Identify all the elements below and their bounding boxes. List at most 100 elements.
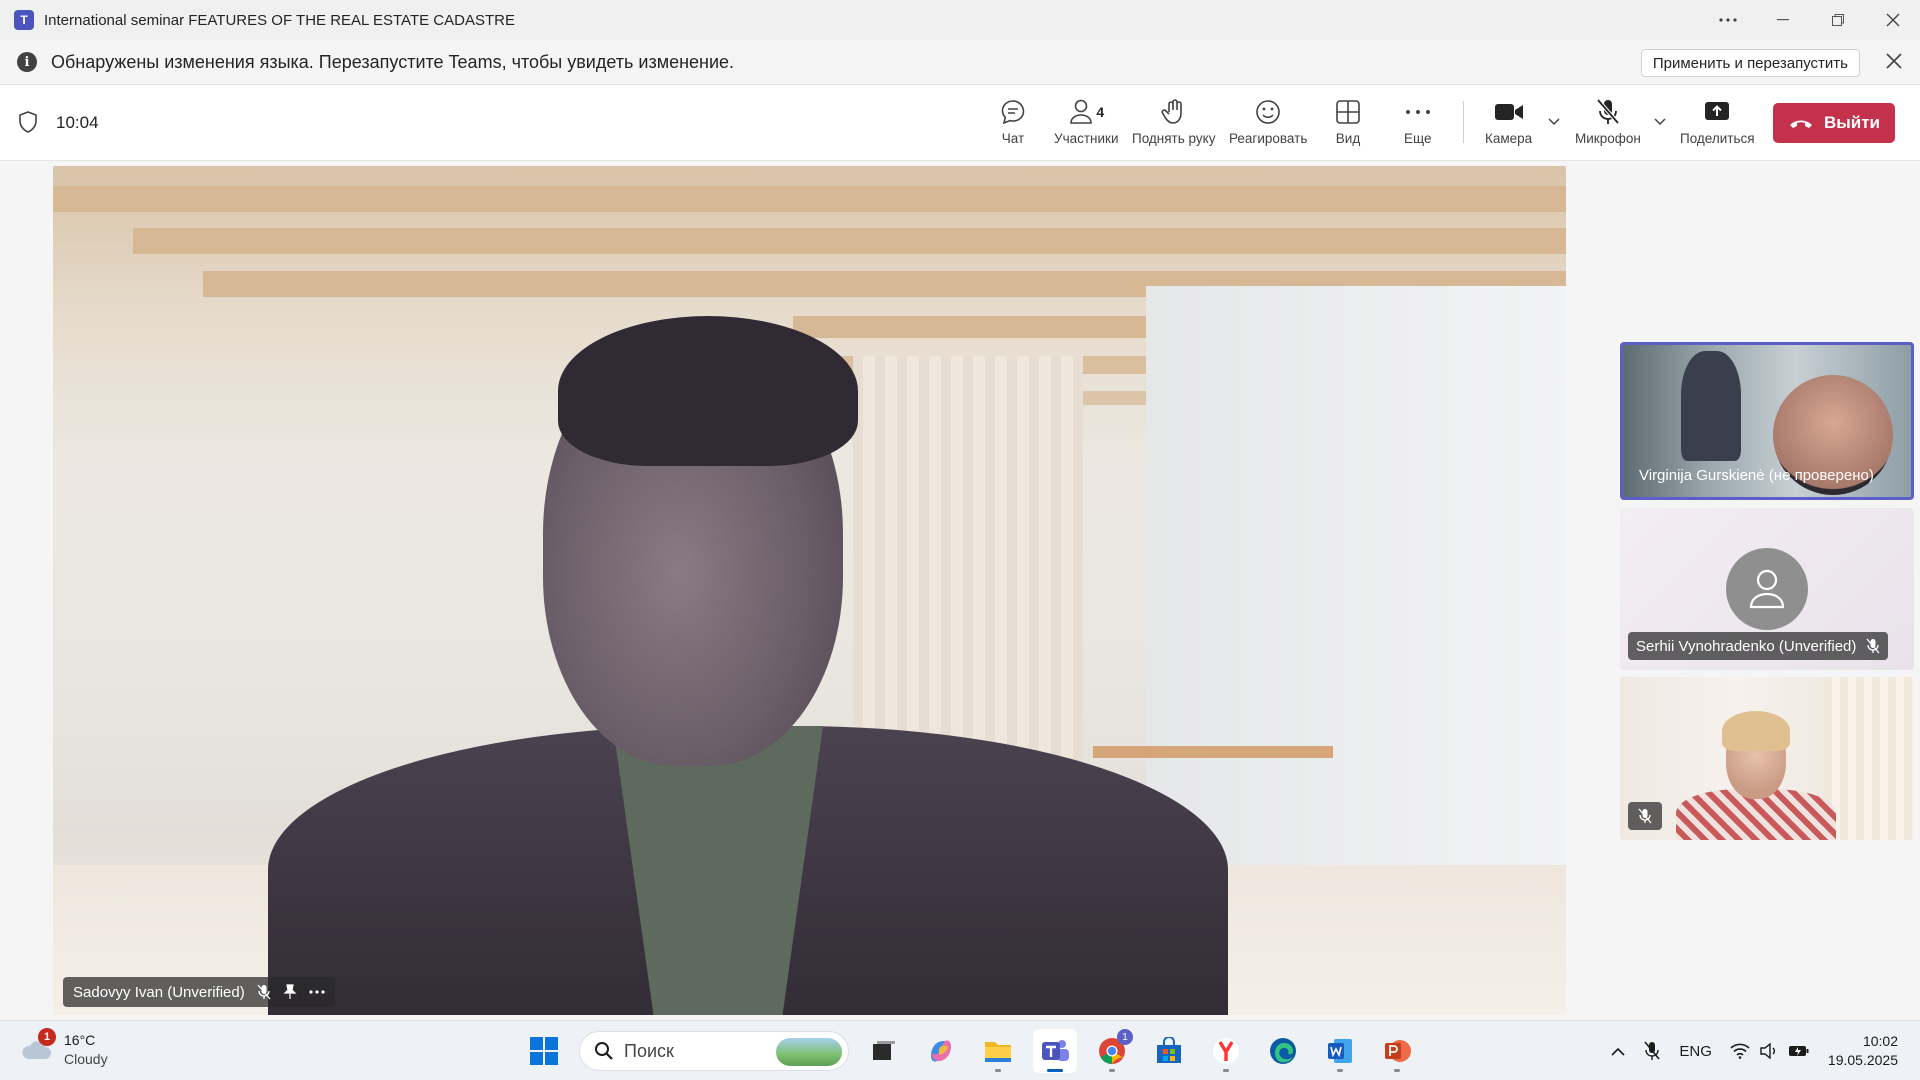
word-icon[interactable]	[1318, 1029, 1362, 1073]
share-button[interactable]: Поделиться	[1680, 97, 1755, 153]
ceiling-beam	[133, 228, 1566, 254]
react-button[interactable]: Реагировать	[1229, 97, 1307, 153]
mic-label: Микрофон	[1575, 131, 1641, 146]
task-view-icon[interactable]	[862, 1029, 906, 1073]
info-icon: i	[17, 52, 37, 72]
camera-icon	[1494, 97, 1524, 127]
windows-taskbar: 1 16°C Cloudy Поиск 1 ENG 10:02 19.05.20…	[0, 1020, 1920, 1080]
copilot-icon[interactable]	[919, 1029, 963, 1073]
participant-tile[interactable]: Virginija Gurskienė (не проверено)	[1620, 342, 1914, 500]
taskbar-clock[interactable]: 10:02 19.05.2025	[1828, 1032, 1898, 1070]
close-button[interactable]	[1865, 0, 1920, 40]
teams-app-icon[interactable]	[1033, 1029, 1077, 1073]
language-change-banner: i Обнаружены изменения языка. Перезапуст…	[0, 40, 1920, 85]
network-sound-battery[interactable]	[1730, 1043, 1810, 1059]
leave-label: Выйти	[1823, 113, 1881, 132]
camera-options-chevron-icon[interactable]	[1548, 115, 1560, 129]
participant-figure	[1681, 351, 1741, 461]
microsoft-store-icon[interactable]	[1147, 1029, 1191, 1073]
grid-view-icon	[1335, 97, 1361, 127]
ceiling-beam	[53, 186, 1566, 212]
meeting-stage: Sadovyy Ivan (Unverified) Virginija Gurs…	[0, 162, 1920, 1020]
share-screen-icon	[1704, 97, 1730, 127]
people-icon: 4	[1068, 97, 1104, 127]
react-label: Реагировать	[1229, 131, 1308, 146]
participants-button[interactable]: 4 Участники	[1054, 97, 1119, 153]
camera-button[interactable]: Камера	[1485, 97, 1532, 153]
view-button[interactable]: Вид	[1335, 97, 1361, 153]
more-label: Еще	[1404, 131, 1432, 146]
apply-restart-button[interactable]: Применить и перезапустить	[1640, 49, 1860, 77]
clock-date: 19.05.2025	[1827, 1052, 1898, 1068]
view-label: Вид	[1335, 131, 1361, 146]
search-placeholder: Поиск	[624, 1040, 674, 1061]
hand-icon	[1161, 97, 1187, 127]
weather-badge: 1	[38, 1028, 56, 1046]
chat-label: Чат	[1001, 131, 1025, 146]
mic-muted-tray-icon[interactable]	[1643, 1041, 1661, 1061]
mic-options-chevron-icon[interactable]	[1654, 115, 1666, 129]
weather-widget[interactable]: 1 16°C Cloudy	[20, 1028, 108, 1069]
chat-icon	[999, 97, 1027, 127]
powerpoint-icon[interactable]	[1375, 1029, 1419, 1073]
chat-button[interactable]: Чат	[999, 97, 1027, 153]
input-language[interactable]: ENG	[1679, 1043, 1712, 1060]
banner-text: Обнаружены изменения языка. Перезапустит…	[51, 51, 735, 72]
shield-icon[interactable]	[18, 111, 38, 138]
main-video-name-tag: Sadovyy Ivan (Unverified)	[63, 977, 335, 1007]
mic-off-icon	[1628, 802, 1662, 830]
banner-close-icon[interactable]	[1886, 52, 1902, 75]
yandex-browser-icon[interactable]	[1204, 1029, 1248, 1073]
more-options-icon[interactable]	[309, 990, 325, 994]
restore-button[interactable]	[1810, 0, 1865, 40]
search-highlight-art	[776, 1038, 842, 1066]
chevron-up-icon[interactable]	[1611, 1047, 1625, 1056]
participants-label: Участники	[1054, 131, 1119, 146]
raise-hand-button[interactable]: Поднять руку	[1132, 97, 1215, 153]
file-explorer-icon[interactable]	[976, 1029, 1020, 1073]
taskbar-search[interactable]: Поиск	[579, 1031, 849, 1071]
person-icon	[1749, 569, 1785, 609]
wifi-icon	[1730, 1043, 1750, 1059]
participant-tile[interactable]: Serhii Vynohradenko (Unverified)	[1620, 508, 1914, 670]
emoji-icon	[1254, 97, 1282, 127]
participant-name: Serhii Vynohradenko (Unverified)	[1636, 637, 1857, 655]
main-video-feed[interactable]: Sadovyy Ivan (Unverified)	[53, 166, 1566, 1015]
taskbar-apps: Поиск 1	[522, 1029, 1419, 1073]
hang-up-icon	[1789, 120, 1812, 128]
meeting-timer: 10:04	[56, 113, 99, 132]
weather-temp: 16°C	[64, 1032, 96, 1048]
more-horizontal-icon	[1405, 97, 1431, 127]
curtain	[1824, 677, 1914, 840]
clock-time: 10:02	[1862, 1033, 1898, 1049]
more-button[interactable]: Еще	[1404, 97, 1431, 153]
window-controls	[1700, 0, 1920, 40]
share-label: Поделиться	[1680, 131, 1755, 146]
mic-off-icon	[257, 984, 271, 1000]
avatar	[1726, 548, 1808, 630]
pin-icon[interactable]	[283, 984, 297, 1000]
edge-icon[interactable]	[1261, 1029, 1305, 1073]
participants-count: 4	[1096, 104, 1105, 120]
table	[1093, 746, 1333, 758]
minimize-button[interactable]	[1755, 0, 1810, 40]
search-icon	[595, 1042, 613, 1060]
more-options-icon[interactable]	[1700, 0, 1755, 40]
main-participant-name: Sadovyy Ivan (Unverified)	[73, 983, 245, 1001]
teams-logo-icon: T	[14, 10, 34, 30]
participant-tile[interactable]	[1620, 677, 1914, 840]
mic-button[interactable]: Микрофон	[1575, 97, 1641, 153]
volume-icon	[1760, 1043, 1775, 1059]
participant-hair	[1722, 711, 1790, 751]
chrome-icon[interactable]: 1	[1090, 1029, 1134, 1073]
participant-hair	[558, 316, 858, 466]
raise-hand-label: Поднять руку	[1132, 131, 1216, 146]
meeting-toolbar: 10:04 Чат 4 Участники Поднять руку Реаги…	[0, 85, 1920, 161]
windows-start-icon[interactable]	[522, 1029, 566, 1073]
battery-charging-icon	[1788, 1046, 1809, 1056]
participant-name: Virginija Gurskienė (не проверено)	[1639, 466, 1874, 484]
title-bar: T International seminar FEATURES OF THE …	[0, 0, 1920, 40]
leave-button[interactable]: Выйти	[1773, 103, 1895, 143]
window-title: International seminar FEATURES OF THE RE…	[44, 11, 515, 29]
mic-off-icon	[1595, 97, 1621, 127]
